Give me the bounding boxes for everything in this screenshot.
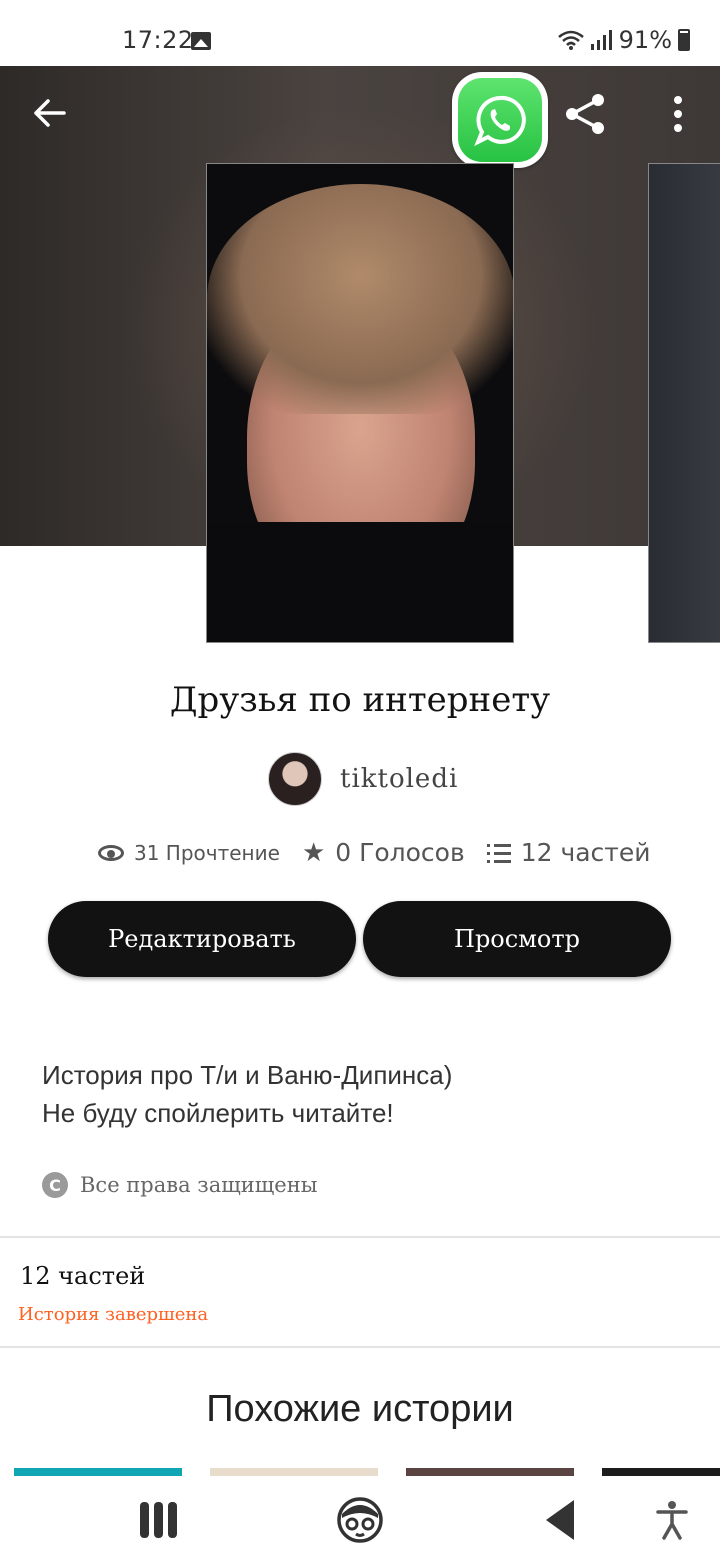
copyright-text: Все права защищены [80,1173,318,1197]
system-nav-bar [0,1476,720,1560]
divider [0,1346,720,1348]
reads-count: 31 Прочтение [134,840,280,865]
cover-shirt [207,522,513,642]
copyright-icon: C [42,1172,68,1198]
wifi-icon [557,30,584,50]
parts-count: 12 частей [520,838,651,867]
status-time: 17:22 [122,26,194,54]
reads-stat: 31 Прочтение [98,841,280,865]
divider [0,1236,720,1238]
cover-hair [207,184,513,414]
votes-count: 0 Голосов [335,838,465,867]
edit-button[interactable]: Редактировать [48,901,356,977]
parts-section-title[interactable]: 12 частей [20,1262,145,1290]
description-line-2: Не буду спойлерить читайте! [42,1098,394,1128]
share-icon[interactable] [562,90,610,138]
list-icon [486,843,511,863]
author-avatar[interactable] [268,752,322,806]
copyright-row: C Все права защищены [42,1172,317,1198]
more-vert-icon[interactable] [660,94,696,134]
recent-apps-icon[interactable] [140,1502,178,1538]
accessibility-icon[interactable] [656,1500,688,1540]
star-icon: ★ [301,837,326,868]
parts-stat: 12 частей [486,838,651,867]
story-stats: 31 Прочтение ★ 0 Голосов 12 частей [98,838,651,867]
view-button[interactable]: Просмотр [363,901,671,977]
next-story-cover[interactable] [648,163,720,643]
story-status: История завершена [18,1304,209,1325]
story-description: История про Т/и и Ваню-Дипинса) Не буду … [42,1056,682,1132]
eye-icon [98,844,124,861]
votes-stat: ★ 0 Голосов [302,838,465,867]
status-bar: 17:22 91% [0,0,720,66]
image-icon [191,32,211,50]
back-triangle-icon[interactable] [544,1498,576,1542]
battery-percent: 91% [618,26,672,54]
similar-stories-title: Похожие истории [206,1388,514,1430]
battery-icon [678,29,690,51]
signal-icon [590,30,613,50]
story-cover[interactable] [206,163,514,643]
author-row[interactable]: tiktoledi [268,752,458,806]
description-line-1: История про Т/и и Ваню-Дипинса) [42,1060,453,1090]
whatsapp-button[interactable] [452,72,548,168]
whatsapp-icon [458,78,542,162]
back-arrow-icon[interactable] [28,92,70,134]
home-icon[interactable] [334,1494,386,1544]
author-name[interactable]: tiktoledi [340,764,458,794]
story-title: Друзья по интернету [169,680,551,720]
status-right: 91% [557,26,690,54]
